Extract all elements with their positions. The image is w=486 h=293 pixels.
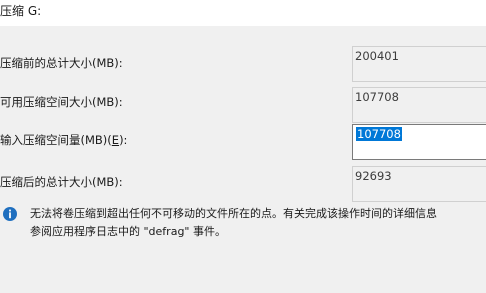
title-bar: 压缩 G: [0,0,486,26]
dialog-title: 压缩 G: [0,4,42,18]
info-line-2: 参阅应用程序日志中的 "defrag" 事件。 [30,225,226,238]
label-shrink-amount-suffix: ): [119,133,128,147]
info-icon [3,207,17,221]
label-shrink-amount-prefix: 输入压缩空间量(MB)( [0,133,112,147]
value-available-space-text: 107708 [355,90,399,104]
label-total-before: 压缩前的总计大小(MB): [0,54,123,72]
info-line-1: 无法将卷压缩到超出任何不可移动的文件所在的点。有关完成该操作时间的详细信息 [30,207,437,220]
label-total-before-text: 压缩前的总计大小(MB): [0,56,123,70]
value-total-before: 200401 [352,46,486,82]
label-shrink-amount: 输入压缩空间量(MB)(E): [0,131,127,149]
label-shrink-amount-accesskey: E [111,133,120,147]
shrink-amount-input[interactable]: 107708 [352,124,486,160]
value-total-before-text: 200401 [355,49,399,63]
value-total-after: 92693 [352,166,486,202]
value-total-after-text: 92693 [355,169,392,183]
label-available-space: 可用压缩空间大小(MB): [0,93,123,111]
value-available-space: 107708 [352,87,486,123]
label-available-space-text: 可用压缩空间大小(MB): [0,95,123,109]
shrink-amount-value: 107708 [356,127,402,141]
label-total-after: 压缩后的总计大小(MB): [0,173,123,191]
label-total-after-text: 压缩后的总计大小(MB): [0,175,123,189]
